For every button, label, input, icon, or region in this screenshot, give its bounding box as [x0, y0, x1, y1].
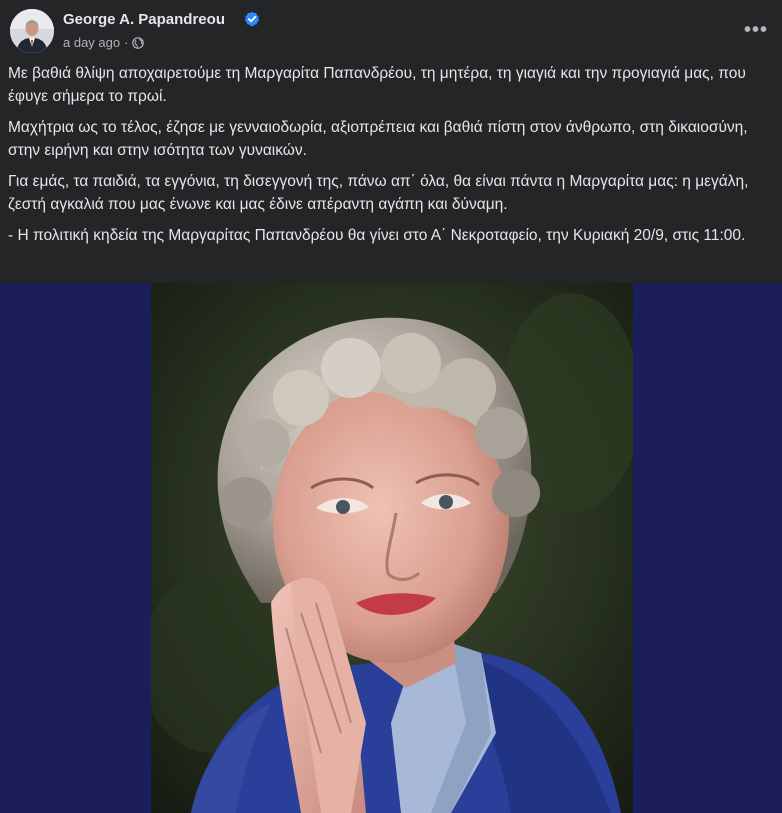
post-paragraph: - Η πολιτική κηδεία της Μαργαρίτας Παπαν…: [8, 227, 746, 244]
post-paragraph: Για εμάς, τα παιδιά, τα εγγόνια, τη δισε…: [8, 173, 749, 213]
post-header: George A. Papandreou a day ago · •••: [0, 0, 782, 64]
post-meta: a day ago ·: [63, 35, 145, 50]
post-paragraph: Μαχήτρια ως το τέλος, έζησε με γενναιοδω…: [8, 119, 748, 159]
author-name[interactable]: George A. Papandreou: [63, 11, 225, 28]
post-text: Με βαθιά θλίψη αποχαιρετούμε τη Μαργαρίτ…: [8, 62, 774, 255]
avatar-image: [10, 9, 54, 53]
more-horizontal-icon: •••: [743, 19, 768, 41]
avatar[interactable]: [10, 9, 54, 53]
globe-icon[interactable]: [132, 36, 145, 49]
verified-badge-icon: [245, 11, 259, 27]
post-photo[interactable]: [151, 283, 633, 813]
post-paragraph: Με βαθιά θλίψη αποχαιρετούμε τη Μαργαρίτ…: [8, 65, 746, 105]
meta-separator: ·: [124, 35, 129, 50]
post-photo-container: [0, 283, 782, 813]
more-options-button[interactable]: •••: [738, 14, 774, 46]
post-timestamp[interactable]: a day ago: [63, 35, 120, 50]
feed-post: George A. Papandreou a day ago · ••• Με …: [0, 0, 782, 813]
